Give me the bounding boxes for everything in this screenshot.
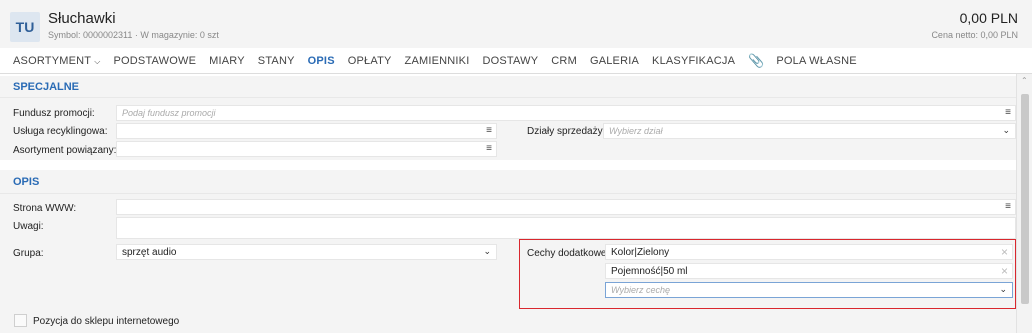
www-input[interactable]: ≡ bbox=[116, 199, 1016, 215]
dzialy-placeholder: Wybierz dział bbox=[609, 126, 663, 136]
tab-stany[interactable]: STANY bbox=[258, 55, 295, 67]
section-opis-heading: OPIS bbox=[0, 170, 1016, 194]
dzialy-label: Działy sprzedaży: bbox=[527, 126, 606, 137]
tab-pola-wlasne[interactable]: POLA WŁASNE bbox=[776, 55, 856, 67]
usluga-input[interactable]: ≡ bbox=[116, 123, 497, 139]
tab-klasyfikacja[interactable]: KLASYFIKACJA bbox=[652, 55, 735, 67]
tab-crm[interactable]: CRM bbox=[551, 55, 577, 67]
uwagi-label: Uwagi: bbox=[13, 221, 44, 232]
tab-podstawowe[interactable]: PODSTAWOWE bbox=[113, 55, 196, 67]
list-icon[interactable]: ≡ bbox=[1005, 107, 1011, 118]
fundusz-placeholder: Podaj fundusz promocji bbox=[122, 108, 216, 118]
fundusz-input[interactable]: Podaj fundusz promocji ≡ bbox=[116, 105, 1016, 121]
www-label: Strona WWW: bbox=[13, 203, 77, 214]
tab-galeria[interactable]: GALERIA bbox=[590, 55, 639, 67]
chevron-down-icon[interactable]: ⌄ bbox=[1002, 125, 1010, 136]
chevron-up-icon[interactable]: ⌃ bbox=[1021, 76, 1028, 85]
asortyment-powiazany-label: Asortyment powiązany: bbox=[13, 145, 117, 156]
tab-miary[interactable]: MIARY bbox=[209, 55, 245, 67]
net-price-value: Cena netto: 0,00 PLN bbox=[931, 30, 1018, 40]
avatar: TU bbox=[10, 12, 40, 42]
usluga-label: Usługa recyklingowa: bbox=[13, 126, 108, 137]
vertical-scrollbar[interactable]: ⌃ bbox=[1016, 74, 1032, 333]
page-title: Słuchawki bbox=[48, 10, 116, 27]
product-header: TU Słuchawki Symbol: 0000002311 · W maga… bbox=[0, 0, 1032, 48]
highlight-box bbox=[519, 239, 1016, 309]
list-icon[interactable]: ≡ bbox=[1005, 201, 1011, 212]
grupa-label: Grupa: bbox=[13, 248, 44, 259]
section-specjalne-heading: SPECJALNE bbox=[0, 76, 1016, 98]
sklep-checkbox[interactable] bbox=[14, 314, 27, 327]
sklep-label: Pozycja do sklepu internetowego bbox=[33, 316, 180, 327]
chevron-down-icon[interactable]: ⌄ bbox=[483, 246, 491, 257]
tab-dostawy[interactable]: DOSTAWY bbox=[482, 55, 538, 67]
tab-zamienniki[interactable]: ZAMIENNIKI bbox=[405, 55, 470, 67]
uwagi-textarea[interactable] bbox=[116, 217, 1016, 239]
list-icon[interactable]: ≡ bbox=[486, 143, 492, 154]
tab-asortyment[interactable]: ASORTYMENT ⌵ bbox=[13, 55, 100, 67]
tab-bar: ASORTYMENT ⌵ PODSTAWOWE MIARY STANY OPIS … bbox=[0, 48, 1032, 74]
tab-opis[interactable]: OPIS bbox=[308, 55, 335, 67]
grupa-value: sprzęt audio bbox=[122, 246, 177, 258]
chevron-down-icon: ⌵ bbox=[94, 56, 101, 66]
dzialy-select[interactable]: Wybierz dział ⌄ bbox=[603, 123, 1016, 139]
list-icon[interactable]: ≡ bbox=[486, 125, 492, 136]
asortyment-powiazany-input[interactable]: ≡ bbox=[116, 141, 497, 157]
scrollbar-thumb[interactable] bbox=[1021, 94, 1029, 304]
tab-asortyment-label: ASORTYMENT bbox=[13, 54, 92, 67]
paperclip-icon[interactable]: 📎 bbox=[748, 53, 764, 69]
fundusz-label: Fundusz promocji: bbox=[13, 108, 95, 119]
price-value: 0,00 PLN bbox=[959, 10, 1018, 26]
product-subtitle: Symbol: 0000002311 · W magazynie: 0 szt bbox=[48, 30, 219, 40]
tab-oplaty[interactable]: OPŁATY bbox=[348, 55, 392, 67]
grupa-select[interactable]: sprzęt audio ⌄ bbox=[116, 244, 497, 260]
